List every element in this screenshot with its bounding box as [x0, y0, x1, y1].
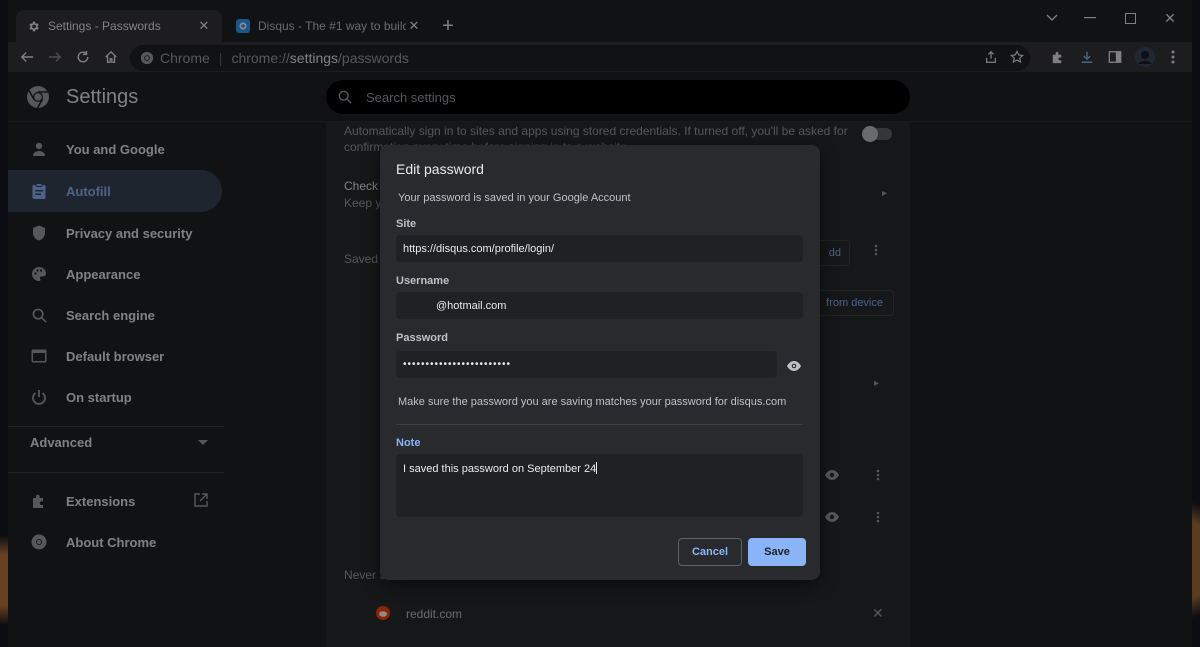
password-field[interactable]: •••••••••••••••••••••••• [396, 351, 777, 378]
dialog-title: Edit password [396, 161, 484, 177]
cancel-button[interactable]: Cancel [678, 538, 742, 566]
dialog-subtitle: Your password is saved in your Google Ac… [398, 192, 631, 204]
eye-icon[interactable] [785, 357, 803, 375]
text-caret [596, 462, 598, 474]
edit-password-dialog: Edit password Your password is saved in … [380, 145, 820, 580]
browser-window: Settings - Passwords ✕ Disqus - The #1 w… [8, 0, 1192, 647]
note-textarea[interactable]: I saved this password on September 24 [396, 454, 803, 517]
username-label: Username [396, 275, 450, 287]
site-value: https://disqus.com/profile/login/ [403, 242, 555, 255]
dialog-divider [396, 424, 803, 425]
note-label: Note [396, 437, 421, 449]
username-value: @hotmail.com [436, 299, 507, 312]
password-warning: Make sure the password you are saving ma… [398, 396, 787, 408]
note-value: I saved this password on September 24 [403, 463, 597, 475]
username-field[interactable]: @hotmail.com [396, 292, 803, 319]
site-label: Site [396, 218, 417, 230]
password-label: Password [396, 332, 448, 344]
password-value: •••••••••••••••••••••••• [403, 359, 512, 370]
site-field[interactable]: https://disqus.com/profile/login/ [396, 235, 803, 262]
save-button[interactable]: Save [748, 538, 806, 566]
